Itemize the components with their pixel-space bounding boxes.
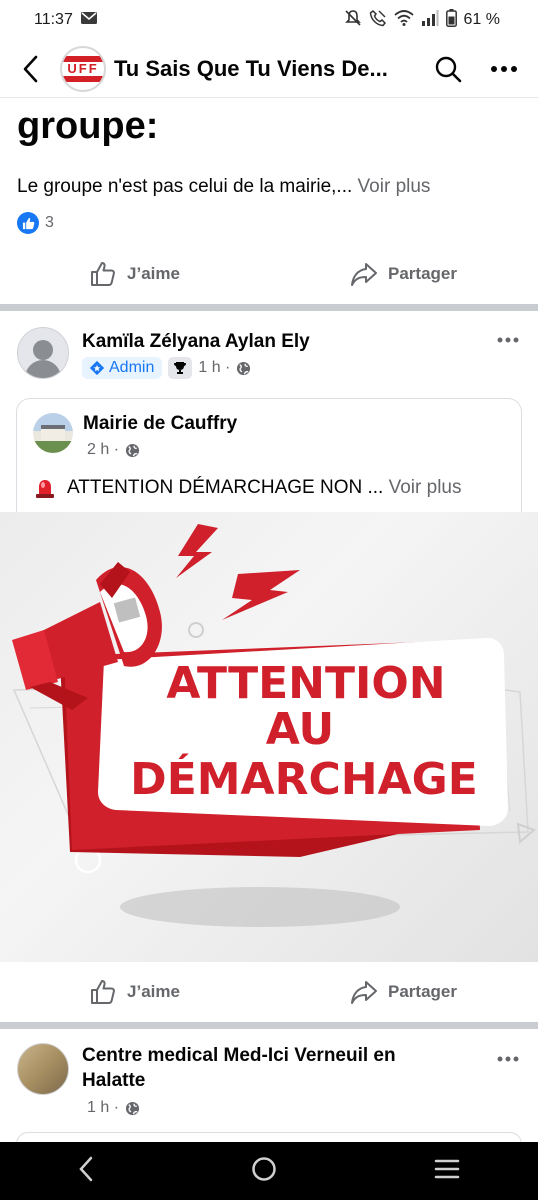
- signal-icon: [421, 9, 439, 31]
- trophy-icon: [168, 357, 193, 379]
- image-text-line-3: DÉMARCHAGE: [130, 752, 478, 805]
- post-text-content: Le groupe n'est pas celui de la mairie,.…: [17, 176, 358, 197]
- back-chevron-icon: [79, 1156, 93, 1181]
- next-post-time: 1 h ·: [87, 1099, 120, 1116]
- post-actions: J’aime Partager: [0, 248, 538, 300]
- share-arrow-icon: [351, 981, 377, 1004]
- original-post-meta: 2 h ·: [87, 441, 237, 459]
- post-more-button[interactable]: [494, 330, 522, 350]
- share-button[interactable]: Partager: [269, 248, 538, 300]
- globe-icon: [125, 1101, 140, 1115]
- system-navigation-bar: [0, 1142, 538, 1200]
- author-name[interactable]: Kamïla Zélyana Aylan Ely: [82, 331, 310, 353]
- page-avatar[interactable]: [17, 1043, 69, 1095]
- lightning-icon: [176, 524, 218, 578]
- original-post-text: ATTENTION DÉMARCHAGE NON ... Voir plus: [33, 477, 461, 499]
- system-recents-button[interactable]: [434, 1158, 460, 1185]
- post-text: Le groupe n'est pas celui de la mairie,.…: [17, 176, 430, 198]
- search-button[interactable]: [420, 40, 476, 98]
- wifi-call-icon: [369, 9, 387, 32]
- post-separator: [0, 304, 538, 311]
- page-name[interactable]: Centre medical Med-Ici Verneuil en Halat…: [82, 1043, 462, 1093]
- back-arrow-icon: [23, 55, 38, 82]
- like-button[interactable]: J’aime: [0, 248, 269, 300]
- mute-icon: [344, 9, 362, 32]
- reaction-summary[interactable]: 3: [17, 212, 54, 234]
- more-dots-icon: [497, 337, 519, 343]
- original-post-time: 2 h ·: [87, 441, 120, 458]
- app-header: UFF Tu Sais Que Tu Viens De...: [0, 40, 538, 98]
- next-post-meta: 1 h ·: [87, 1099, 462, 1117]
- more-dots-icon: [497, 1056, 519, 1062]
- post-actions: J’aime Partager: [0, 966, 538, 1018]
- group-logo[interactable]: UFF: [60, 45, 106, 92]
- wifi-icon: [393, 9, 414, 31]
- post-more-button[interactable]: [494, 1049, 522, 1069]
- group-title[interactable]: Tu Sais Que Tu Viens De...: [114, 56, 420, 82]
- system-back-button[interactable]: [78, 1156, 94, 1187]
- lightning-icon: [222, 570, 300, 620]
- globe-icon: [237, 361, 251, 375]
- see-more-link[interactable]: Voir plus: [358, 176, 431, 197]
- more-dots-icon: [491, 65, 517, 72]
- admin-badge-label: Admin: [109, 359, 155, 376]
- author-avatar[interactable]: [17, 327, 69, 379]
- status-bar: 11:37 61 %: [0, 0, 538, 40]
- home-circle-icon: [252, 1156, 276, 1181]
- recents-lines-icon: [434, 1159, 459, 1178]
- like-label: J’aime: [127, 982, 180, 1001]
- globe-icon: [125, 443, 140, 457]
- battery-level: 61 %: [463, 11, 500, 28]
- post-image[interactable]: ATTENTION AU DÉMARCHAGE: [0, 512, 538, 962]
- thumbs-up-icon: [91, 980, 115, 1004]
- admin-badge-icon: [90, 361, 104, 375]
- post-separator: [0, 1022, 538, 1029]
- image-text-line-2: AU: [266, 704, 334, 755]
- post-meta: Admin 1 h ·: [82, 357, 310, 379]
- share-label: Partager: [388, 264, 457, 283]
- back-button[interactable]: [0, 40, 60, 98]
- post-time: 1 h ·: [198, 359, 231, 376]
- share-arrow-icon: [351, 263, 377, 286]
- thumbs-up-icon: [91, 262, 115, 286]
- battery-icon: [445, 8, 457, 32]
- reaction-count: 3: [45, 214, 54, 231]
- like-button[interactable]: J’aime: [0, 966, 269, 1018]
- system-home-button[interactable]: [251, 1156, 277, 1187]
- page-name[interactable]: Mairie de Cauffry: [83, 413, 237, 435]
- attention-demarchage-illustration: ATTENTION AU DÉMARCHAGE: [12, 524, 536, 927]
- original-post-content: ATTENTION DÉMARCHAGE NON ...: [67, 477, 389, 498]
- mail-icon: [80, 11, 97, 29]
- share-button[interactable]: Partager: [269, 966, 538, 1018]
- post-author: Kamïla Zélyana Aylan Ely Admin 1 h ·: [17, 327, 310, 379]
- status-time: 11:37: [34, 11, 73, 28]
- original-post-author: Mairie de Cauffry 2 h ·: [33, 413, 237, 459]
- see-more-link[interactable]: Voir plus: [389, 477, 462, 498]
- more-options-button[interactable]: [476, 40, 532, 98]
- group-logo-text: UFF: [67, 61, 99, 76]
- image-text-line-1: ATTENTION: [166, 658, 445, 709]
- next-post-author: Centre medical Med-Ici Verneuil en Halat…: [17, 1043, 462, 1117]
- siren-icon: [36, 480, 54, 498]
- like-reaction-icon: [17, 212, 39, 234]
- search-icon: [435, 56, 462, 82]
- post-heading: groupe:: [17, 105, 159, 147]
- like-label: J’aime: [127, 264, 180, 283]
- share-label: Partager: [388, 982, 457, 1001]
- page-avatar[interactable]: [33, 413, 73, 453]
- admin-badge[interactable]: Admin: [82, 357, 163, 379]
